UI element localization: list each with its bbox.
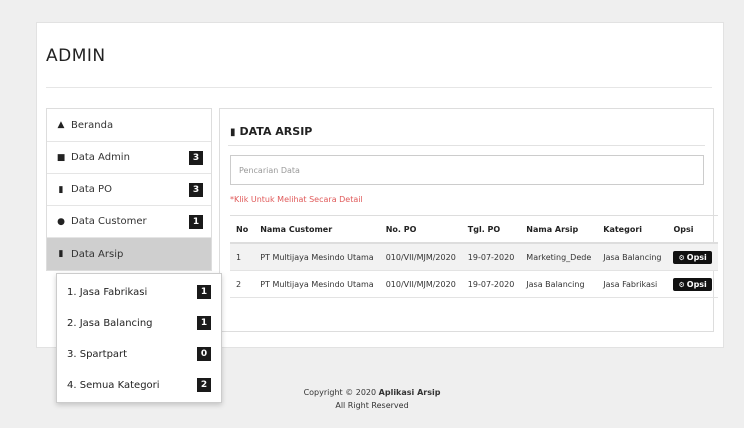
table-cell: Jasa Fabrikasi	[597, 270, 668, 298]
table-cell: 010/VII/MJM/2020	[379, 243, 462, 271]
table-cell: 1	[230, 243, 255, 271]
column-header: No	[230, 215, 255, 244]
opsi-button-label: Opsi	[686, 252, 707, 262]
table-row[interactable]: 2 PT Multijaya Mesindo Utama 010/VII/MJM…	[230, 270, 718, 298]
column-header: Nama Customer	[254, 215, 380, 244]
book-icon: ▮	[58, 184, 64, 195]
sidebar-item-data-admin[interactable]: ■ Data Admin 3	[47, 142, 211, 174]
table-cell: ⚙ Opsi	[667, 243, 718, 271]
sidebar-item-data-customer[interactable]: ● Data Customer 1	[47, 206, 211, 238]
panel-divider	[228, 145, 705, 146]
title-divider	[46, 87, 712, 88]
data-arsip-panel: ▮DATA ARSIP *Klik Untuk Melihat Secara D…	[219, 108, 718, 332]
home-icon: ▲	[57, 120, 65, 130]
book-icon: ▮	[230, 127, 236, 138]
archive-table: No Nama Customer No. PO Tgl. PO Nama Ars…	[230, 215, 718, 298]
dropdown-item-label: 1. Jasa Fabrikasi	[67, 287, 148, 298]
dropdown-item-jasa-fabrikasi[interactable]: 1. Jasa Fabrikasi 1	[57, 277, 221, 308]
sidebar: ▲ Beranda ■ Data Admin 3 ▮ Data PO 3 ● D…	[46, 108, 212, 271]
column-header: No. PO	[379, 215, 462, 244]
gear-icon: ⚙	[678, 280, 685, 289]
lock-icon: ■	[56, 152, 66, 163]
table-cell: Jasa Balancing	[597, 243, 668, 271]
sidebar-item-label: Data Customer	[71, 216, 147, 227]
count-badge: 1	[197, 316, 211, 330]
copyright-line: Copyright © 2020 Aplikasi Arsip	[0, 386, 744, 399]
search-input[interactable]	[230, 155, 704, 185]
dropdown-item-label: 2. Jasa Balancing	[67, 318, 153, 329]
rights-text: All Right Reserved	[335, 401, 409, 410]
sidebar-item-data-po[interactable]: ▮ Data PO 3	[47, 174, 211, 206]
sidebar-item-label: Data Arsip	[71, 248, 124, 260]
sidebar-item-label: Data PO	[71, 184, 112, 195]
gear-icon: ⚙	[678, 253, 685, 262]
sidebar-item-beranda[interactable]: ▲ Beranda	[47, 109, 211, 142]
table-cell: PT Multijaya Mesindo Utama	[254, 243, 380, 271]
arsip-category-dropdown: 1. Jasa Fabrikasi 1 2. Jasa Balancing 1 …	[56, 273, 222, 403]
table-cell: PT Multijaya Mesindo Utama	[254, 270, 380, 298]
sidebar-item-label: Data Admin	[71, 152, 130, 163]
panel-title-text: DATA ARSIP	[239, 125, 313, 138]
count-badge: 3	[189, 151, 203, 165]
book-icon: ▮	[58, 249, 64, 259]
column-header: Tgl. PO	[461, 215, 521, 244]
count-badge: 3	[189, 183, 203, 197]
table-cell: 19-07-2020	[461, 243, 521, 271]
page-title: ADMIN	[46, 46, 106, 66]
footer-app-name: Aplikasi Arsip	[378, 388, 441, 397]
table-cell: 2	[230, 270, 255, 298]
panel-title: ▮ DATA ARSIP	[230, 125, 312, 138]
dropdown-item-label: 3. Spartpart	[67, 349, 128, 360]
column-header: Nama Arsip	[520, 215, 598, 244]
detail-hint: *Klik Untuk Melihat Secara Detail	[230, 195, 363, 204]
user-icon: ●	[57, 216, 65, 227]
dropdown-item-spartpart[interactable]: 3. Spartpart 0	[57, 339, 221, 370]
opsi-button[interactable]: ⚙ Opsi	[673, 277, 712, 291]
sidebar-item-label: Beranda	[71, 119, 114, 131]
table-cell: 19-07-2020	[461, 270, 521, 298]
opsi-button-label: Opsi	[686, 279, 707, 289]
footer: Copyright © 2020 Aplikasi Arsip All Righ…	[0, 386, 744, 412]
opsi-button[interactable]: ⚙ Opsi	[673, 250, 712, 264]
sidebar-item-data-arsip[interactable]: ▮ Data Arsip	[47, 238, 211, 270]
table-cell: Marketing_Dede	[520, 243, 598, 271]
count-badge: 1	[189, 215, 203, 229]
column-header: Kategori	[597, 215, 668, 244]
count-badge: 0	[197, 347, 211, 361]
table-header-row: No Nama Customer No. PO Tgl. PO Nama Ars…	[230, 215, 718, 244]
table-cell: Jasa Balancing	[520, 270, 598, 298]
table-row[interactable]: 1 PT Multijaya Mesindo Utama 010/VII/MJM…	[230, 243, 718, 271]
count-badge: 1	[197, 285, 211, 299]
table-cell: ⚙ Opsi	[667, 270, 718, 298]
copyright-text: Copyright © 2020	[303, 388, 377, 397]
table-cell: 010/VII/MJM/2020	[379, 270, 462, 298]
dropdown-item-jasa-balancing[interactable]: 2. Jasa Balancing 1	[57, 308, 221, 339]
column-header: Opsi	[667, 215, 718, 244]
